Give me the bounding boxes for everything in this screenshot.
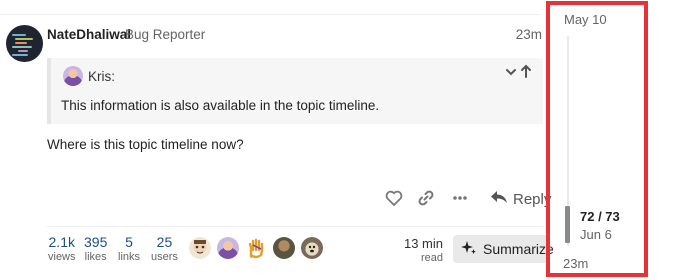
participant-avatar[interactable] (273, 237, 295, 259)
stat-likes[interactable]: 395 likes (84, 234, 107, 263)
read-time-label: read (420, 252, 443, 264)
summarize-label: Summarize (483, 241, 554, 257)
timeline-start-date[interactable]: May 10 (564, 12, 607, 27)
topic-page: NateDhaliwal Bug Reporter 23m Kris: This… (0, 0, 690, 280)
stat-links[interactable]: 5 links (118, 234, 140, 263)
poster-title: Bug Reporter (125, 27, 206, 42)
stat-label: likes (84, 251, 107, 263)
stat-value: 5 (125, 234, 133, 250)
participant-avatar[interactable] (245, 237, 267, 259)
post-header: NateDhaliwal Bug Reporter 23m (47, 26, 543, 44)
read-time: 13 min read (404, 236, 443, 264)
stat-views[interactable]: 2.1k views (48, 234, 76, 263)
post-actions: Reply (380, 188, 551, 210)
stat-value: 395 (84, 234, 108, 250)
more-icon[interactable] (450, 188, 472, 210)
poster-username[interactable]: NateDhaliwal (47, 27, 131, 42)
quote-author-avatar (63, 66, 83, 86)
sparkle-icon (461, 240, 477, 259)
stat-value: 2.1k (48, 234, 75, 250)
summarize-button[interactable]: Summarize (453, 235, 554, 263)
quote-author: Kris: (88, 69, 115, 84)
stat-users[interactable]: 25 users (151, 234, 178, 263)
timeline-position: 72 / 73 (580, 209, 620, 224)
reply-button[interactable]: Reply (490, 188, 551, 210)
stat-value: 25 (156, 234, 173, 250)
quote-text: This information is also available in th… (61, 98, 380, 113)
timeline-end-age[interactable]: 23m (563, 256, 588, 271)
timeline-current-date: Jun 6 (580, 227, 612, 242)
divider (47, 226, 543, 227)
stat-label: users (151, 251, 178, 263)
link-icon[interactable] (416, 188, 438, 210)
post-body: Where is this topic timeline now? (47, 137, 244, 152)
heart-icon[interactable] (384, 188, 406, 210)
reply-icon (490, 189, 508, 209)
quote-block: Kris: This information is also available… (47, 58, 543, 124)
stat-label: links (118, 251, 141, 263)
chevron-down-icon[interactable] (505, 65, 517, 82)
read-time-value: 13 min (403, 236, 443, 251)
participant-avatar[interactable] (189, 237, 211, 259)
stat-label: views (48, 251, 76, 263)
post-age[interactable]: 23m (516, 27, 542, 42)
poster-avatar[interactable] (6, 25, 43, 62)
participant-avatar[interactable] (301, 237, 323, 259)
participant-avatar[interactable] (217, 237, 239, 259)
divider (0, 14, 540, 15)
arrow-up-icon[interactable] (520, 64, 532, 82)
timeline-scroll-handle[interactable] (565, 206, 570, 243)
